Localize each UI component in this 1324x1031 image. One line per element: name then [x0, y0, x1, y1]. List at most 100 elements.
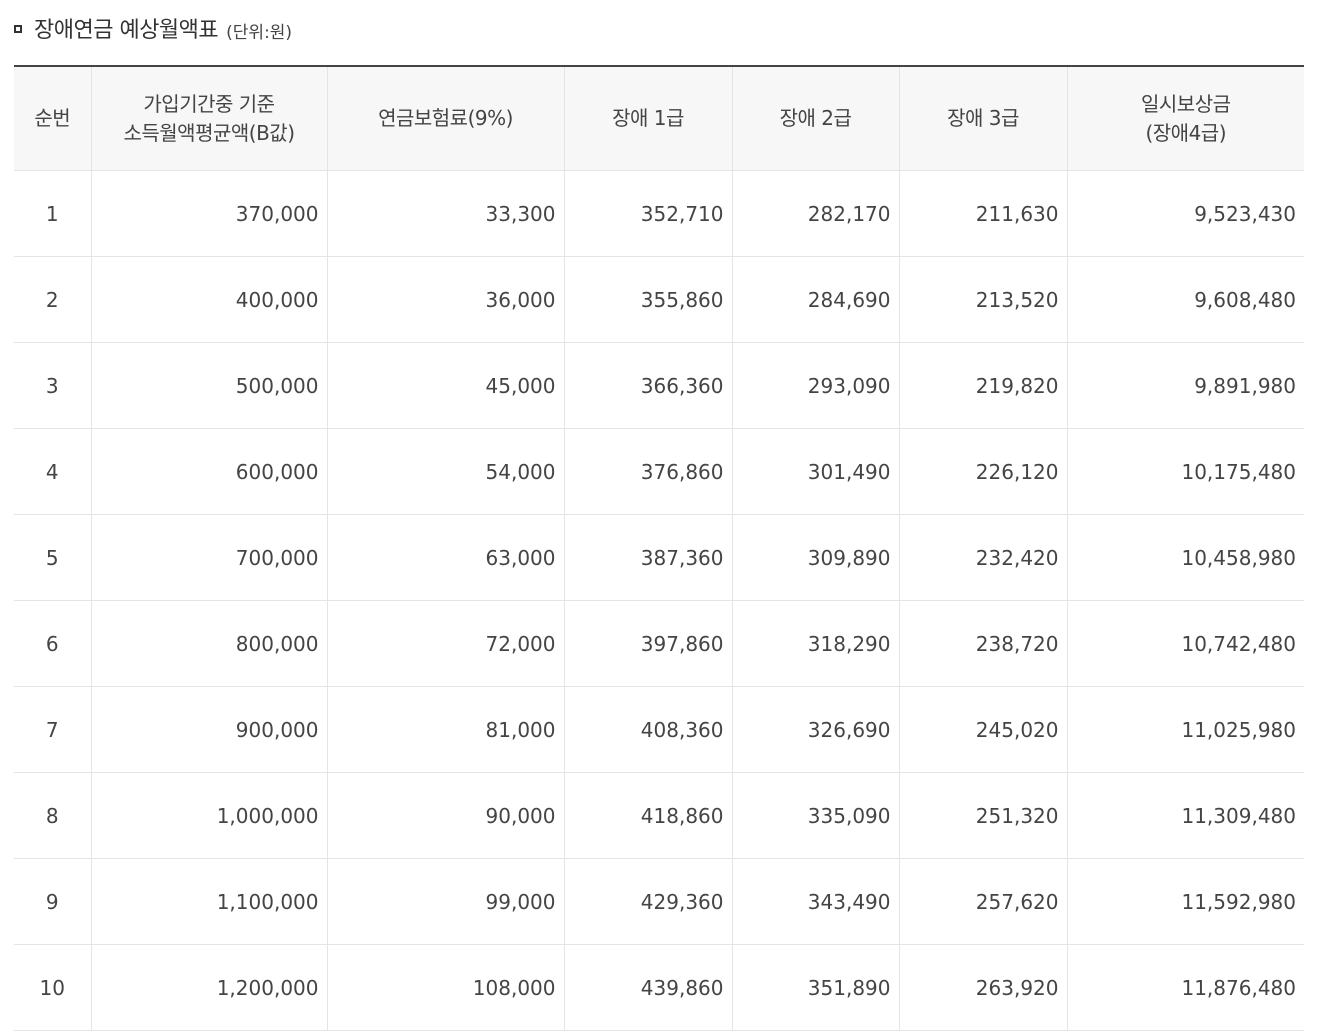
cell-lump-sum: 9,523,430 — [1067, 170, 1304, 257]
cell-grade2: 318,290 — [732, 600, 900, 687]
cell-index: 1 — [14, 170, 92, 257]
table-row: 2 400,000 36,000 355,860 284,690 213,520 9,608… — [14, 256, 1304, 343]
table-row: 8 1,000,000 90,000 418,860 335,090 251,320 11,… — [14, 772, 1304, 859]
cell-lump-sum: 9,891,980 — [1067, 342, 1304, 429]
header-line: 장애 2급 — [779, 106, 852, 130]
cell-grade1: 352,710 — [564, 170, 733, 257]
header-line: 가입기간중 기준 — [143, 91, 275, 116]
cell-premium: 36,000 — [327, 256, 565, 343]
cell-premium: 63,000 — [327, 514, 565, 601]
cell-index: 2 — [14, 256, 92, 343]
cell-index: 7 — [14, 686, 92, 773]
cell-grade3: 257,620 — [899, 858, 1068, 945]
column-header-premium: 연금보험료(9%) — [327, 66, 565, 171]
cell-income: 900,000 — [91, 686, 328, 773]
cell-income: 1,000,000 — [91, 772, 328, 859]
table-row: 1 370,000 33,300 352,710 282,170 211,630 9,523… — [14, 170, 1304, 257]
cell-grade1: 439,860 — [564, 944, 733, 1031]
table-title: 장애연금 예상월액표 — [34, 18, 219, 43]
column-header-grade1: 장애 1급 — [564, 66, 733, 171]
section-title: 장애연금 예상월액표 (단위:원) — [14, 10, 292, 46]
cell-premium: 108,000 — [327, 944, 565, 1031]
column-header-grade3: 장애 3급 — [899, 66, 1068, 171]
cell-grade1: 355,860 — [564, 256, 733, 343]
table-row: 6 800,000 72,000 397,860 318,290 238,720 10,74… — [14, 600, 1304, 687]
cell-lump-sum: 9,608,480 — [1067, 256, 1304, 343]
cell-income: 700,000 — [91, 514, 328, 601]
table-row: 3 500,000 45,000 366,360 293,090 219,820 9,891… — [14, 342, 1304, 429]
header-line: 연금보험료(9%) — [378, 106, 513, 130]
cell-premium: 81,000 — [327, 686, 565, 773]
cell-grade2: 335,090 — [732, 772, 900, 859]
square-bullet-icon — [14, 25, 22, 33]
cell-income: 1,200,000 — [91, 944, 328, 1031]
cell-premium: 33,300 — [327, 170, 565, 257]
cell-grade1: 408,360 — [564, 686, 733, 773]
header-line: (장애4급) — [1145, 120, 1227, 145]
cell-income: 500,000 — [91, 342, 328, 429]
header-line: 장애 3급 — [947, 106, 1019, 130]
cell-index: 6 — [14, 600, 92, 687]
table-row: 9 1,100,000 99,000 429,360 343,490 257,620 11,… — [14, 858, 1304, 945]
cell-premium: 54,000 — [327, 428, 565, 515]
cell-index: 3 — [14, 342, 92, 429]
cell-income: 800,000 — [91, 600, 328, 687]
cell-index: 4 — [14, 428, 92, 515]
table-row: 4 600,000 54,000 376,860 301,490 226,120 10,17… — [14, 428, 1304, 515]
cell-index: 10 — [14, 944, 92, 1031]
cell-grade2: 293,090 — [732, 342, 900, 429]
cell-income: 400,000 — [91, 256, 328, 343]
cell-premium: 90,000 — [327, 772, 565, 859]
cell-grade2: 282,170 — [732, 170, 900, 257]
cell-premium: 72,000 — [327, 600, 565, 687]
cell-grade2: 351,890 — [732, 944, 900, 1031]
header-line: 장애 1급 — [612, 106, 684, 130]
unit-label: (단위:원) — [226, 22, 293, 43]
table-row: 7 900,000 81,000 408,360 326,690 245,020 11,02… — [14, 686, 1304, 773]
cell-index: 9 — [14, 858, 92, 945]
cell-grade3: 238,720 — [899, 600, 1068, 687]
cell-lump-sum: 10,742,480 — [1067, 600, 1304, 687]
table-body: 1 370,000 33,300 352,710 282,170 211,630 9,523… — [14, 170, 1304, 1031]
cell-grade3: 219,820 — [899, 342, 1068, 429]
table-row: 5 700,000 63,000 387,360 309,890 232,420 10,45… — [14, 514, 1304, 601]
cell-grade3: 211,630 — [899, 170, 1068, 257]
cell-lump-sum: 10,458,980 — [1067, 514, 1304, 601]
column-header-lump-sum: 일시보상금 (장애4급) — [1067, 66, 1304, 171]
cell-lump-sum: 11,025,980 — [1067, 686, 1304, 773]
cell-grade3: 213,520 — [899, 256, 1068, 343]
column-header-grade2: 장애 2급 — [732, 66, 900, 171]
cell-grade1: 376,860 — [564, 428, 733, 515]
cell-grade1: 387,360 — [564, 514, 733, 601]
cell-grade2: 309,890 — [732, 514, 900, 601]
cell-lump-sum: 11,592,980 — [1067, 858, 1304, 945]
cell-grade3: 251,320 — [899, 772, 1068, 859]
cell-grade3: 232,420 — [899, 514, 1068, 601]
cell-index: 5 — [14, 514, 92, 601]
cell-grade2: 326,690 — [732, 686, 900, 773]
cell-income: 1,100,000 — [91, 858, 328, 945]
cell-grade2: 284,690 — [732, 256, 900, 343]
cell-grade3: 226,120 — [899, 428, 1068, 515]
cell-lump-sum: 11,309,480 — [1067, 772, 1304, 859]
cell-income: 600,000 — [91, 428, 328, 515]
cell-grade2: 343,490 — [732, 858, 900, 945]
page: 장애연금 예상월액표 (단위:원) 순번 가입기간중 기준 소득월액평균액(B값… — [0, 0, 1324, 1031]
header-line: 순번 — [34, 106, 71, 130]
pension-table: 순번 가입기간중 기준 소득월액평균액(B값) 연금보험료(9%) 장애 1급 … — [14, 65, 1304, 1031]
cell-premium: 45,000 — [327, 342, 565, 429]
cell-grade1: 397,860 — [564, 600, 733, 687]
header-line: 소득월액평균액(B값) — [123, 120, 295, 145]
cell-lump-sum: 11,876,480 — [1067, 944, 1304, 1031]
column-header-income: 가입기간중 기준 소득월액평균액(B값) — [91, 66, 328, 171]
cell-index: 8 — [14, 772, 92, 859]
cell-grade3: 245,020 — [899, 686, 1068, 773]
cell-grade1: 418,860 — [564, 772, 733, 859]
cell-grade1: 366,360 — [564, 342, 733, 429]
column-header-index: 순번 — [14, 66, 92, 171]
cell-grade3: 263,920 — [899, 944, 1068, 1031]
cell-income: 370,000 — [91, 170, 328, 257]
table-row: 10 1,200,000 108,000 439,860 351,890 263,920 1… — [14, 944, 1304, 1031]
header-line: 일시보상금 — [1141, 91, 1231, 116]
cell-grade1: 429,360 — [564, 858, 733, 945]
